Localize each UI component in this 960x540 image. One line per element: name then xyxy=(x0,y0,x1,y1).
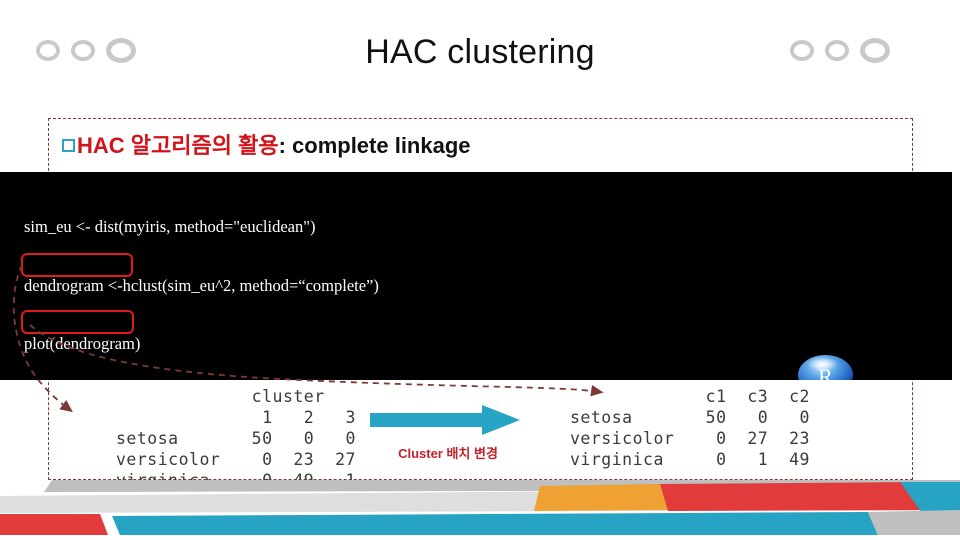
subtitle: HAC 알고리즘의 활용: complete linkage xyxy=(62,128,471,160)
table-right-text: c1 c3 c2 setosa 50 0 0 versicolor 0 27 2… xyxy=(570,387,810,469)
code-text: sim_eu <- dist(myiris, method="euclidean… xyxy=(24,178,560,380)
footer-decoration xyxy=(0,480,960,540)
arrow-caption: Cluster 배치 변경 xyxy=(398,446,498,461)
code-block: sim_eu <- dist(myiris, method="euclidean… xyxy=(0,172,952,380)
confusion-matrix-original: cluster 1 2 3 setosa 50 0 0 versicolor 0… xyxy=(116,386,356,491)
r-logo-icon: R xyxy=(798,355,853,380)
svg-text:R: R xyxy=(818,364,833,380)
code-line: plot(dendrogram) xyxy=(24,334,141,353)
page-title: HAC clustering xyxy=(365,33,595,71)
arrow-right-icon xyxy=(370,405,520,435)
square-bullet-icon xyxy=(62,139,75,152)
subtitle-red-text: HAC 알고리즘의 활용 xyxy=(77,133,279,158)
code-line: sim_eu <- dist(myiris, method="euclidean… xyxy=(24,217,316,236)
transform-arrow xyxy=(370,405,520,435)
code-line: dendrogram <-hclust(sim_eu^2, method=“co… xyxy=(24,275,379,295)
table-left-text: cluster 1 2 3 setosa 50 0 0 versicolor 0… xyxy=(116,387,356,490)
subtitle-black-text: : complete linkage xyxy=(278,133,471,158)
footer-base xyxy=(0,535,960,540)
confusion-matrix-reordered: c1 c3 c2 setosa 50 0 0 versicolor 0 27 2… xyxy=(570,386,810,470)
footer-band-orange xyxy=(534,484,668,511)
